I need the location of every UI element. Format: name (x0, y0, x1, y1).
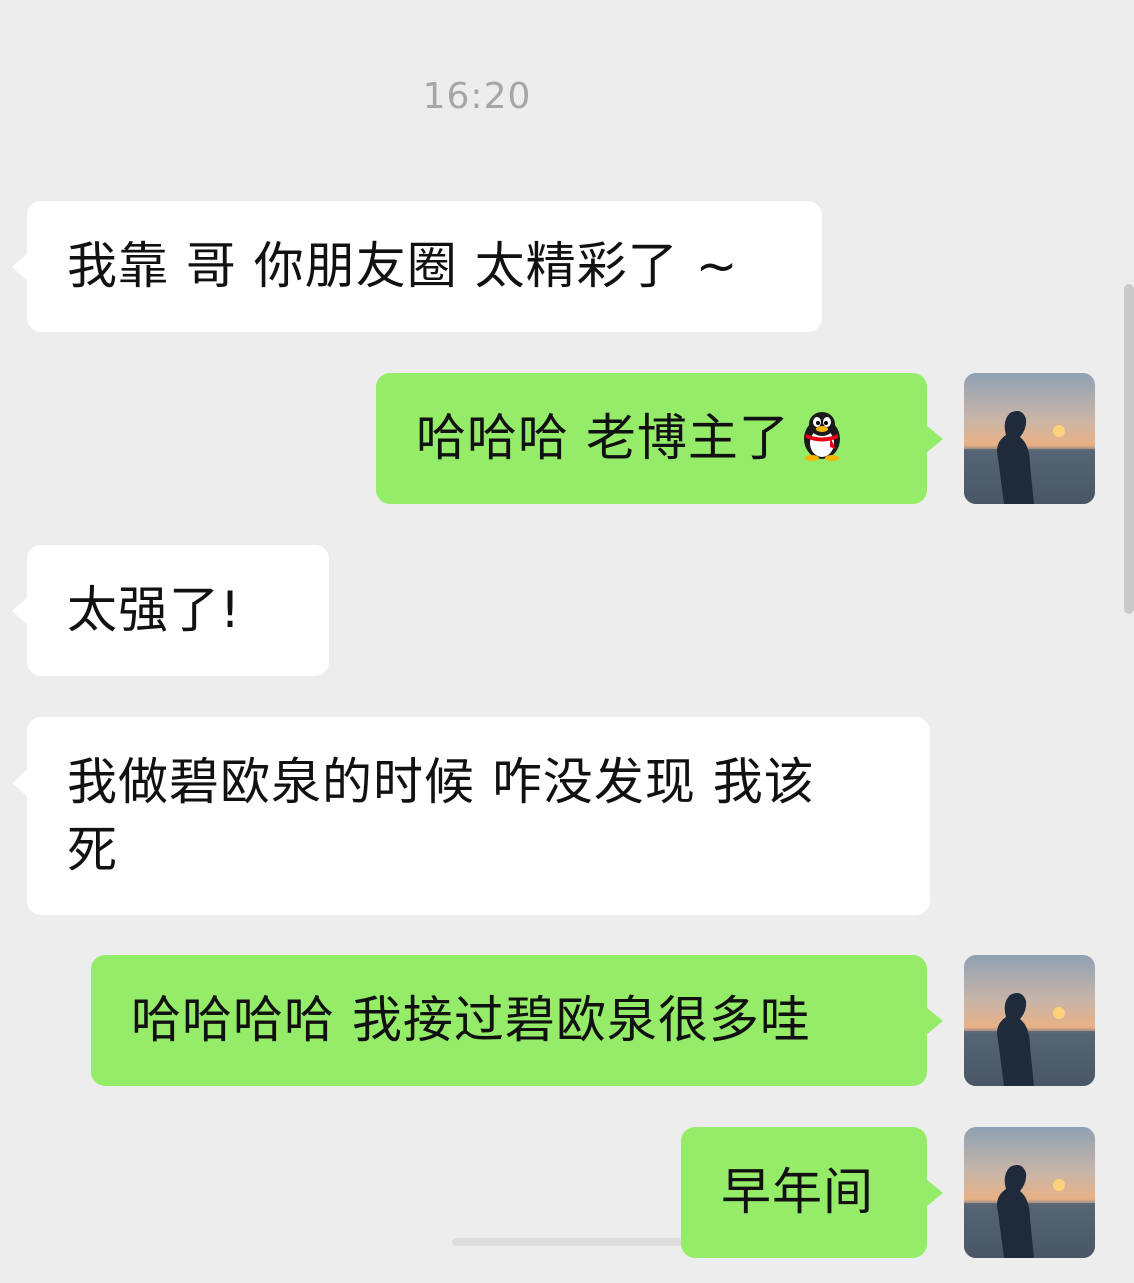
message-text: 哈哈哈 老博主了 (416, 409, 790, 467)
message-bubble-outgoing[interactable]: 早年间 (681, 1127, 943, 1258)
home-indicator[interactable] (452, 1238, 682, 1246)
avatar-sunset-image (964, 955, 1095, 1086)
message-bubble-outgoing[interactable]: 哈哈哈哈 我接过碧欧泉很多哇 (91, 955, 943, 1086)
message-text-line: 我做碧欧泉的时候 咋没发现 我该 (67, 753, 815, 811)
message-text-line: 死 (67, 821, 118, 879)
qq-penguin-icon (794, 407, 850, 480)
message-bubble-outgoing[interactable]: 哈哈哈 老博主了 (376, 373, 943, 504)
avatar-sunset-image (964, 1127, 1095, 1258)
scrollbar[interactable] (1124, 284, 1134, 614)
message-text: 早年间 (721, 1163, 874, 1221)
message-bubble-incoming[interactable]: 我靠 哥 你朋友圈 太精彩了 ~ (12, 201, 822, 332)
message-text: 太强了! (67, 581, 242, 639)
message-text: 我靠 哥 你朋友圈 太精彩了 ~ (67, 237, 739, 295)
message-bubble-incoming[interactable]: 太强了! (12, 545, 329, 676)
message-bubble-incoming[interactable]: 我做碧欧泉的时候 咋没发现 我该 死 (12, 717, 930, 915)
message-text: 哈哈哈哈 我接过碧欧泉很多哇 (131, 991, 811, 1049)
user-avatar[interactable] (964, 1127, 1095, 1258)
avatar-sunset-image (964, 373, 1095, 504)
user-avatar[interactable] (964, 955, 1095, 1086)
user-avatar[interactable] (964, 373, 1095, 504)
chat-timestamp: 16:20 (422, 76, 532, 117)
